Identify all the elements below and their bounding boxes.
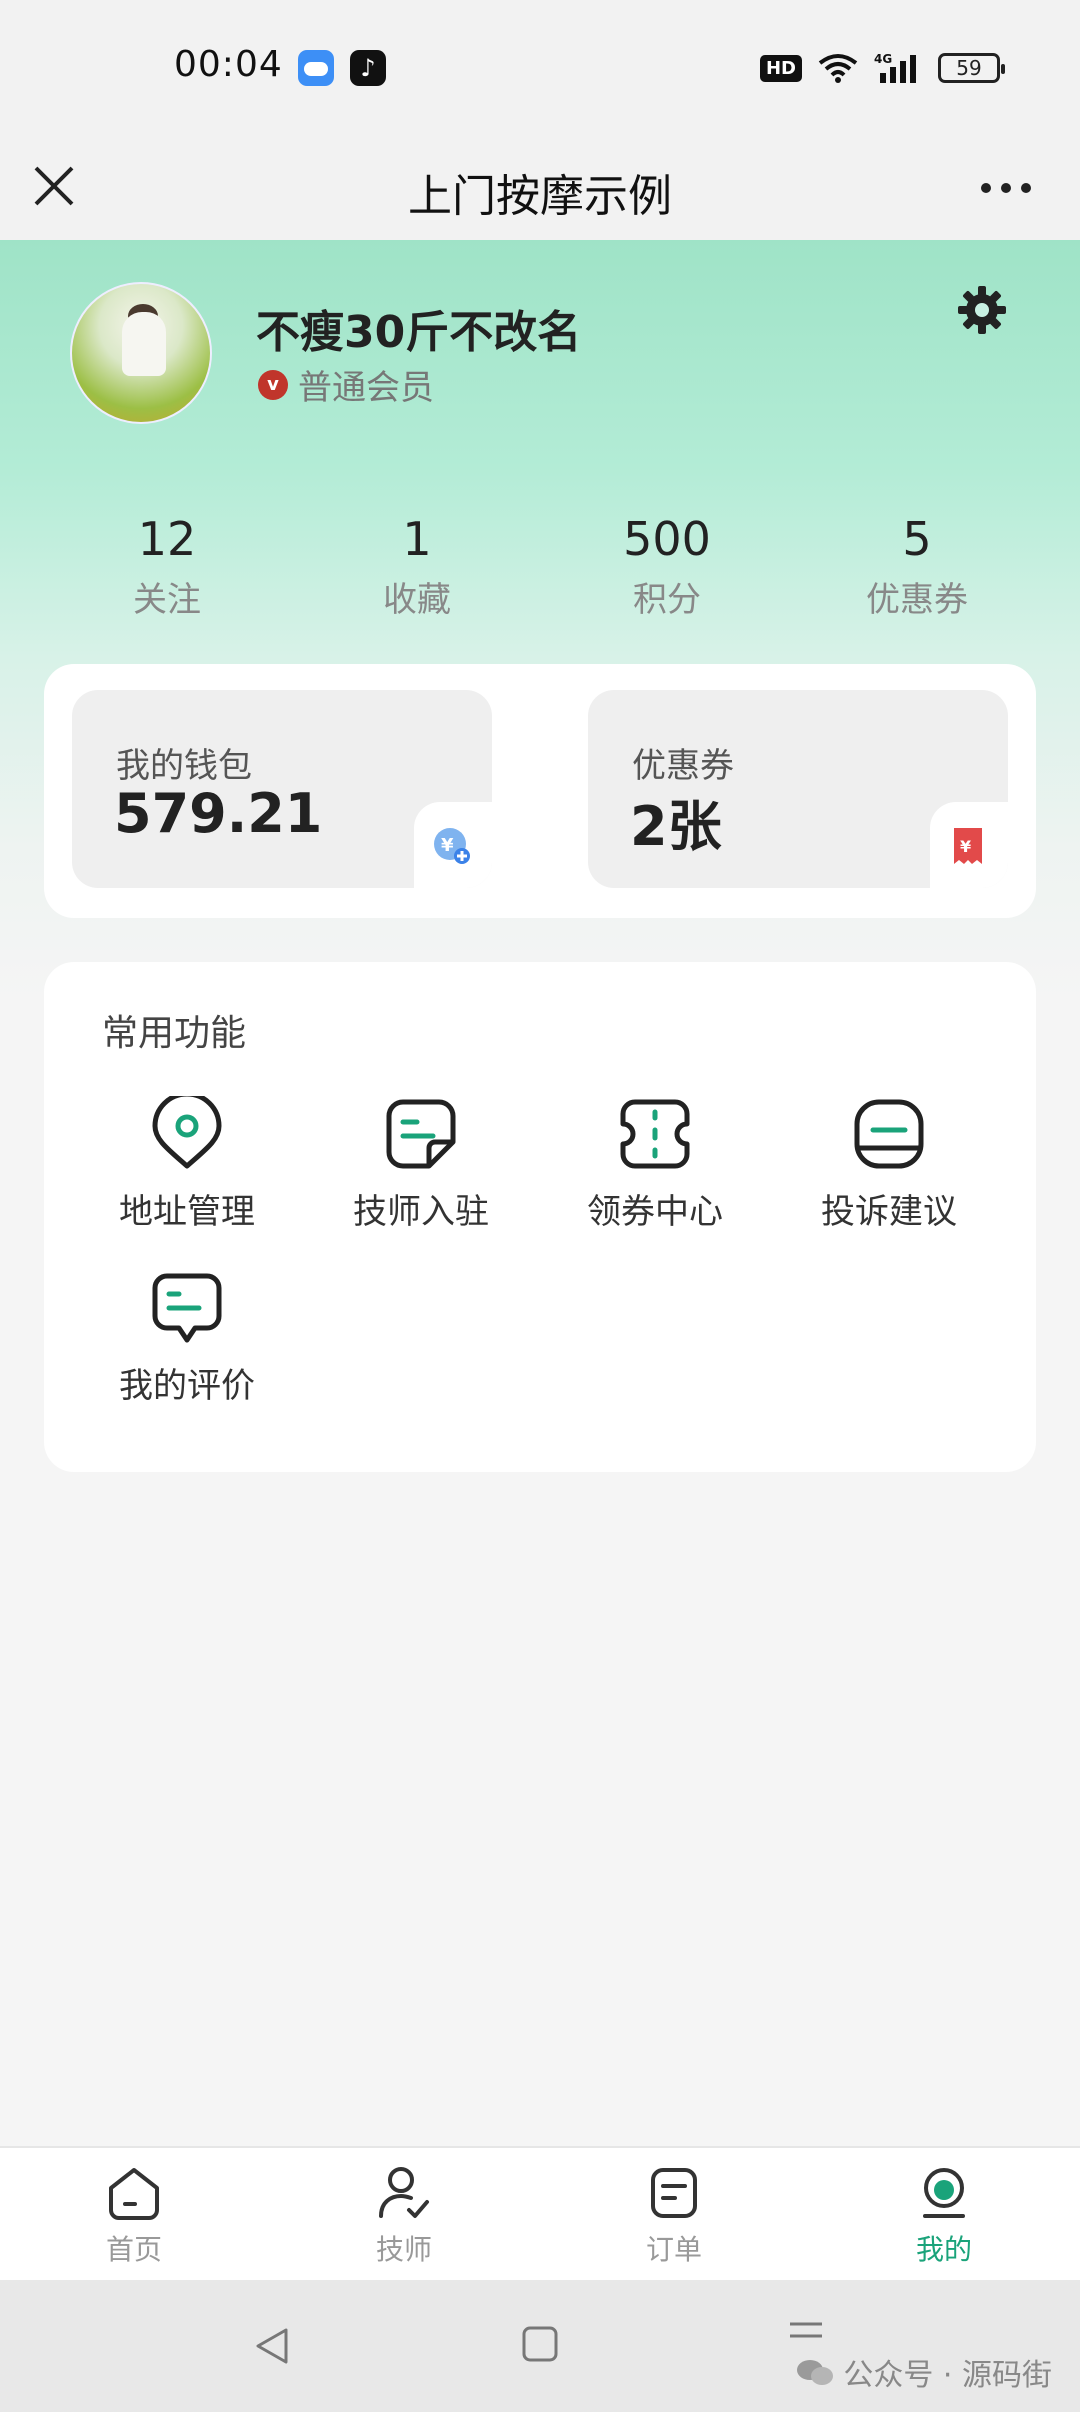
svg-text:4G: 4G xyxy=(874,52,892,66)
function-my-reviews[interactable]: 我的评价 xyxy=(82,1270,292,1407)
stat-label: 关注 xyxy=(133,580,201,620)
profile-stats: 12 关注 1 收藏 500 积分 5 优惠券 xyxy=(0,512,1080,621)
member-level: v 普通会员 xyxy=(258,360,434,409)
wallet-title: 我的钱包 xyxy=(116,746,252,786)
function-technician-join[interactable]: 技师入驻 xyxy=(316,1096,526,1233)
status-bar: 00:04 ♪ HD 4G 59 xyxy=(0,0,1080,136)
user-name: 不瘦30斤不改名 xyxy=(256,307,582,358)
tab-label: 技师 xyxy=(375,2233,432,2266)
member-level-label: 普通会员 xyxy=(298,368,434,408)
stat-value: 5 xyxy=(902,512,932,566)
function-label: 我的评价 xyxy=(119,1366,255,1406)
status-time: 00:04 xyxy=(174,44,283,85)
vip-badge-icon: v xyxy=(258,369,288,400)
nav-bar: 上门按摩示例 xyxy=(0,136,1080,240)
function-label: 投诉建议 xyxy=(821,1192,957,1232)
stat-following[interactable]: 12 关注 xyxy=(42,512,292,621)
tab-label: 首页 xyxy=(105,2233,162,2266)
wechat-icon xyxy=(797,2360,834,2385)
stat-coupons[interactable]: 5 优惠券 xyxy=(792,512,1042,621)
section-title: 常用功能 xyxy=(102,1013,247,1054)
coupon-title: 优惠券 xyxy=(632,746,734,786)
feedback-icon xyxy=(854,1099,924,1169)
common-functions-card: 常用功能 地址管理 技师入驻 领券中心 投诉建议 我的评价 xyxy=(44,962,1036,1472)
tab-label: 我的 xyxy=(915,2233,972,2266)
note-icon xyxy=(386,1099,456,1169)
watermark-text: 公众号 · 源码街 xyxy=(843,2358,1052,2393)
function-complaints[interactable]: 投诉建议 xyxy=(784,1096,994,1233)
coupon-button[interactable]: 优惠券 2张 ¥ xyxy=(588,690,1008,888)
function-address-management[interactable]: 地址管理 xyxy=(82,1096,292,1233)
wifi-icon xyxy=(818,54,858,83)
order-icon xyxy=(651,2168,697,2218)
avatar[interactable] xyxy=(70,282,212,424)
stat-value: 12 xyxy=(137,512,197,566)
tab-label: 订单 xyxy=(645,2233,702,2266)
wallet-button[interactable]: 我的钱包 579.21 ¥ xyxy=(72,690,492,888)
stat-label: 收藏 xyxy=(383,580,451,620)
function-label: 技师入驻 xyxy=(353,1192,489,1232)
tab-home[interactable]: 首页 xyxy=(54,2164,214,2268)
stat-value: 500 xyxy=(623,512,711,566)
stat-favorites[interactable]: 1 收藏 xyxy=(292,512,542,621)
function-coupon-center[interactable]: 领券中心 xyxy=(550,1096,760,1233)
stat-points[interactable]: 500 积分 xyxy=(542,512,792,621)
back-icon[interactable] xyxy=(250,2324,294,2368)
location-pin-icon xyxy=(152,1096,222,1169)
gear-icon[interactable] xyxy=(956,284,1008,336)
hd-badge: HD xyxy=(759,54,802,82)
page-title: 上门按摩示例 xyxy=(408,171,672,222)
profile-icon xyxy=(923,2168,965,2218)
function-label: 领券中心 xyxy=(587,1192,723,1232)
tab-profile[interactable]: 我的 xyxy=(864,2164,1024,2268)
signal-4g-icon: 4G xyxy=(874,52,916,83)
svg-text:¥: ¥ xyxy=(960,837,971,856)
page: 00:04 ♪ HD 4G 59 上门按摩示例 不瘦30斤不改名 v 普通会员 … xyxy=(0,0,1080,2412)
more-icon[interactable] xyxy=(978,180,1034,196)
status-indicators: HD 4G 59 xyxy=(759,48,1005,88)
coupon-ticket-icon: ¥ xyxy=(954,828,982,864)
home-square-icon[interactable] xyxy=(520,2324,560,2364)
recharge-icon: ¥ xyxy=(434,828,470,864)
svg-text:¥: ¥ xyxy=(441,835,454,856)
ticket-icon xyxy=(620,1099,690,1169)
system-navigation-bar: 公众号 · 源码街 xyxy=(0,2280,1080,2412)
tab-orders[interactable]: 订单 xyxy=(594,2164,754,2268)
wallet-balance: 579.21 xyxy=(114,782,323,845)
watermark: 公众号 · 源码街 xyxy=(795,2350,1052,2394)
home-icon xyxy=(109,2168,159,2220)
comment-icon xyxy=(152,1273,222,1343)
bottom-tab-bar: 首页 技师 订单 我的 xyxy=(0,2146,1080,2280)
wallet-card: 我的钱包 579.21 ¥ 优惠券 2张 ¥ xyxy=(44,664,1036,918)
wallet-corner: ¥ xyxy=(414,802,492,888)
battery-icon: 59 xyxy=(938,53,1005,83)
technician-icon xyxy=(379,2167,429,2218)
tiktok-app-icon: ♪ xyxy=(350,50,386,86)
stat-label: 优惠券 xyxy=(866,580,968,620)
tab-technician[interactable]: 技师 xyxy=(324,2164,484,2268)
stat-value: 1 xyxy=(402,512,432,566)
function-label: 地址管理 xyxy=(119,1192,255,1232)
stat-label: 积分 xyxy=(633,580,701,620)
coupon-count: 2张 xyxy=(630,795,722,858)
weather-app-icon xyxy=(298,50,334,86)
coupon-corner: ¥ xyxy=(930,802,1008,888)
